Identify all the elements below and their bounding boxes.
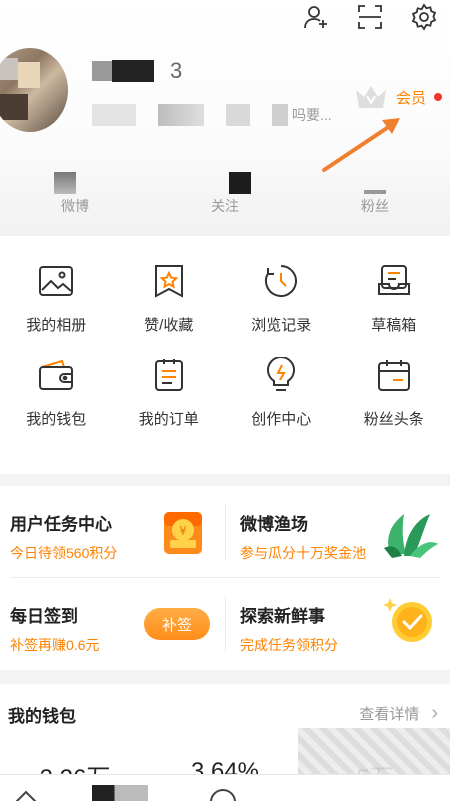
grid-item-label: 粉丝头条 xyxy=(363,411,424,428)
avatar[interactable] xyxy=(0,48,68,132)
grid-item-label: 草稿箱 xyxy=(371,317,417,334)
grid-item-drafts[interactable]: 草稿箱 xyxy=(338,262,450,356)
detail-label: 查看详情 xyxy=(359,706,420,723)
vip-entry[interactable]: 会员 xyxy=(352,84,443,110)
username-suffix: 3 xyxy=(170,58,183,83)
stat-label: 关注 xyxy=(211,198,239,214)
profile-description: 吗要... xyxy=(92,104,332,126)
username: 3 xyxy=(92,58,182,84)
wallet-icon xyxy=(37,356,75,394)
top-toolbar xyxy=(300,0,440,34)
redacted-name-part xyxy=(112,60,154,82)
star-bookmark-icon xyxy=(150,262,188,300)
profile-stats: 微博 关注 粉丝 xyxy=(0,172,450,216)
grid-item-wallet[interactable]: 我的钱包 xyxy=(0,356,113,470)
notification-dot xyxy=(434,93,443,101)
stat-fans[interactable]: 粉丝 xyxy=(300,172,450,216)
wallet-detail-link[interactable]: 查看详情 › xyxy=(359,702,438,725)
gold-coin-check-icon xyxy=(383,598,432,642)
task-center-entry[interactable]: 用户任务中心 今日待领560积分 ¥ xyxy=(0,486,220,578)
grid-item-creator[interactable]: 创作中心 xyxy=(225,356,338,470)
grid-item-history[interactable]: 浏览记录 xyxy=(225,262,338,356)
grid-item-label: 创作中心 xyxy=(251,411,312,428)
stat-weibo[interactable]: 微博 xyxy=(0,172,150,216)
discover-search-icon[interactable] xyxy=(210,789,236,801)
redacted-tab xyxy=(92,785,148,801)
vip-label: 会员 xyxy=(396,89,427,107)
order-list-icon xyxy=(150,356,188,394)
weibo-fishing-entry[interactable]: 微博渔场 参与瓜分十万奖金池 xyxy=(220,486,450,578)
gift-coin-icon: ¥ xyxy=(164,512,202,554)
redacted-name-part xyxy=(92,61,112,81)
stat-label: 微博 xyxy=(61,198,89,214)
plant-leaves-icon xyxy=(384,514,438,558)
profile-header: 3 吗要... 会员 微博 关注 粉丝 xyxy=(0,0,450,236)
grid-item-orders[interactable]: 我的订单 xyxy=(113,356,226,470)
history-clock-icon xyxy=(262,262,300,300)
divider xyxy=(225,596,226,652)
grid-item-label: 赞/收藏 xyxy=(144,317,194,334)
crown-icon xyxy=(356,86,386,108)
function-grid: 我的相册 赞/收藏 浏览记录 草稿箱 我的钱包 我的订单 创作中心 粉丝头条 xyxy=(0,236,450,474)
grid-item-label: 浏览记录 xyxy=(251,317,312,334)
daily-checkin-entry[interactable]: 每日签到 补签再赚0.6元 补签 xyxy=(0,578,220,670)
add-friend-icon[interactable] xyxy=(300,0,332,34)
grid-item-likes[interactable]: 赞/收藏 xyxy=(113,262,226,356)
divider xyxy=(225,504,226,560)
creator-bulb-icon xyxy=(262,356,300,394)
grid-item-album[interactable]: 我的相册 xyxy=(0,262,113,356)
settings-gear-icon[interactable] xyxy=(408,0,440,34)
grid-item-label: 我的相册 xyxy=(26,317,87,334)
grid-item-label: 我的订单 xyxy=(138,411,199,428)
drafts-icon xyxy=(375,262,413,300)
stat-label: 粉丝 xyxy=(361,198,389,214)
task-section: 用户任务中心 今日待领560积分 ¥ 微博渔场 参与瓜分十万奖金池 每日签到 补… xyxy=(0,486,450,670)
svg-text:¥: ¥ xyxy=(179,524,187,538)
stat-following[interactable]: 关注 xyxy=(150,172,300,216)
explore-news-entry[interactable]: 探索新鲜事 完成任务领积分 xyxy=(220,578,450,670)
chevron-right-icon: › xyxy=(431,702,438,724)
home-icon[interactable] xyxy=(12,789,40,801)
scan-icon[interactable] xyxy=(354,0,386,34)
grid-item-fans-headline[interactable]: 粉丝头条 xyxy=(338,356,450,470)
annotation-arrow xyxy=(322,118,400,172)
fans-headline-icon xyxy=(375,356,413,394)
bottom-tab-bar xyxy=(0,774,450,801)
photo-album-icon xyxy=(37,262,75,300)
wallet-title: 我的钱包 xyxy=(8,707,76,726)
makeup-checkin-button[interactable]: 补签 xyxy=(144,608,210,640)
grid-item-label: 我的钱包 xyxy=(26,411,87,428)
